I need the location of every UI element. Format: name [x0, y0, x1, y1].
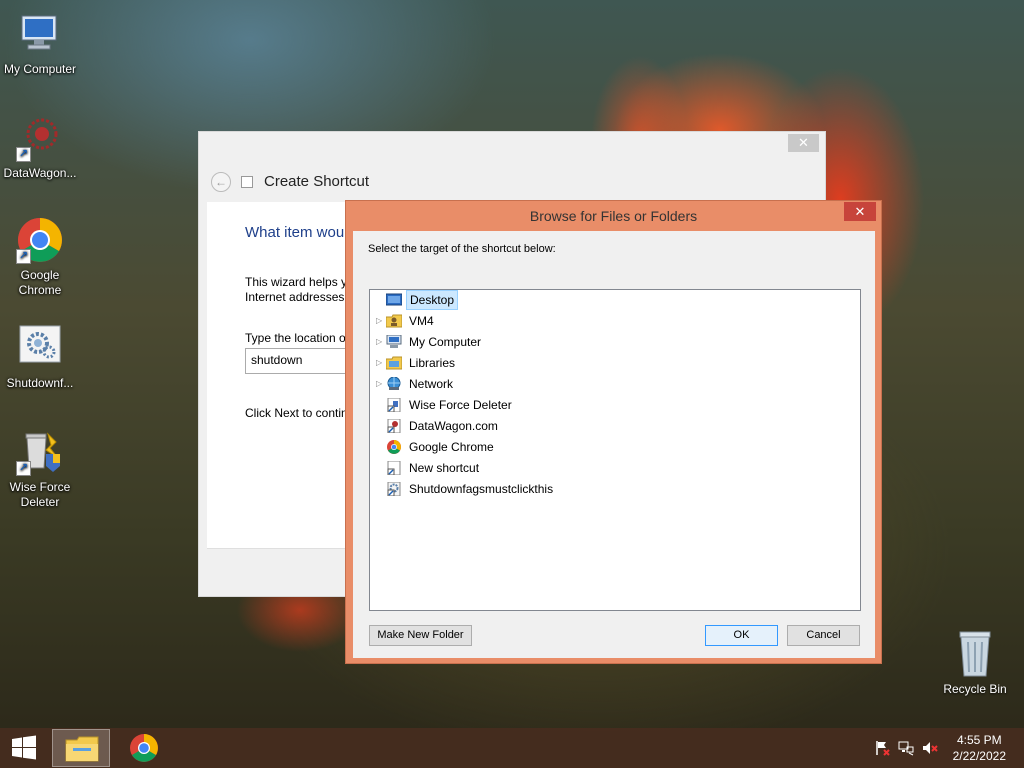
- desktop-icon: [385, 293, 403, 307]
- shortcut-arrow-icon: ↗: [16, 461, 31, 476]
- file-explorer-icon: [65, 736, 99, 762]
- network-icon: [386, 376, 402, 391]
- taskbar-chrome[interactable]: [116, 729, 172, 767]
- browse-close-button[interactable]: ✕: [844, 202, 876, 221]
- computer-icon: [386, 334, 402, 349]
- tree-item-label: New shortcut: [409, 461, 480, 475]
- expand-arrow-icon[interactable]: ▷: [376, 374, 386, 394]
- tree-item-label: Network: [409, 377, 454, 391]
- browse-instruction: Select the target of the shortcut below:: [368, 243, 556, 255]
- shortcut-icon: [386, 481, 402, 497]
- clock-time: 4:55 PM: [956, 733, 1002, 747]
- tree-item-label: Shutdownfagsmustclickthis: [409, 482, 554, 496]
- folder-tree[interactable]: Desktop ▷ VM4 ▷ My Computer ▷ Libraries …: [369, 289, 861, 611]
- volume-muted-icon[interactable]: [922, 740, 938, 756]
- location-label: Type the location o: [245, 331, 346, 345]
- tree-item-label: Desktop: [406, 290, 459, 310]
- expand-arrow-icon[interactable]: ▷: [376, 311, 386, 331]
- browse-titlebar[interactable]: Browse for Files or Folders ✕: [346, 201, 881, 231]
- tree-item-label: VM4: [409, 314, 434, 328]
- shortcut-icon: [386, 397, 402, 413]
- tree-item-label: Libraries: [409, 356, 456, 370]
- desktop-icon-label: Wise Force Deleter: [9, 480, 71, 509]
- taskbar-file-explorer[interactable]: [52, 729, 110, 767]
- desktop-icon-recycle-bin[interactable]: Recycle Bin: [938, 630, 1012, 696]
- tree-item-label: Google Chrome: [409, 440, 494, 454]
- clock-date: 2/22/2022: [952, 749, 1006, 763]
- libraries-icon: [385, 356, 403, 370]
- shortcut-arrow-icon: ↗: [16, 147, 31, 162]
- expand-arrow-icon[interactable]: ▷: [376, 332, 386, 352]
- desktop-icon-label: Google Chrome: [18, 268, 62, 297]
- recycle-bin-icon: [955, 630, 995, 678]
- tree-item-label: DataWagon.com: [409, 419, 498, 433]
- wizard-heading: What item wou: [245, 224, 345, 241]
- expand-arrow-icon[interactable]: ▷: [376, 353, 386, 373]
- back-arrow-icon[interactable]: ←: [211, 172, 231, 192]
- start-button[interactable]: [6, 734, 42, 762]
- shortcut-arrow-icon: ↗: [16, 249, 31, 264]
- browse-dialog: Browse for Files or Folders ✕ Select the…: [345, 200, 882, 664]
- cancel-button[interactable]: Cancel: [787, 625, 860, 646]
- desktop-icon-my-computer[interactable]: My Computer: [0, 10, 80, 77]
- wizard-header: ← Create Shortcut: [199, 162, 825, 202]
- chrome-icon: [130, 734, 158, 762]
- chrome-icon: [386, 440, 402, 454]
- desktop-icon-datawagon[interactable]: ↗ DataWagon...: [0, 114, 80, 181]
- desktop-icon-shutdown[interactable]: Shutdownf...: [0, 324, 80, 391]
- wizard-title: Create Shortcut: [264, 173, 370, 190]
- taskbar: 4:55 PM 2/22/2022: [0, 728, 1024, 768]
- settings-shortcut-icon: [16, 324, 64, 372]
- chrome-icon: ↗: [16, 216, 64, 264]
- make-new-folder-button[interactable]: Make New Folder: [369, 625, 472, 646]
- shortcut-icon: [386, 418, 402, 434]
- system-clock[interactable]: 4:55 PM 2/22/2022: [953, 732, 1006, 764]
- desktop-icon-label: Shutdownf...: [6, 376, 74, 390]
- tree-item-label: Wise Force Deleter: [409, 398, 512, 412]
- browse-title: Browse for Files or Folders: [529, 208, 698, 224]
- browse-body: Select the target of the shortcut below:…: [353, 231, 875, 658]
- ok-button[interactable]: OK: [705, 625, 778, 646]
- recycle-bin-label: Recycle Bin: [943, 682, 1007, 696]
- shortcut-icon: [386, 460, 402, 476]
- windows-logo-icon: [12, 735, 36, 760]
- trash-shield-icon: ↗: [16, 428, 64, 476]
- desktop-icon-label: DataWagon...: [3, 166, 77, 180]
- desktop-icon-wise-force-deleter[interactable]: ↗ Wise Force Deleter: [0, 428, 80, 510]
- next-instruction: Click Next to contin: [245, 406, 348, 420]
- tree-item-label: My Computer: [409, 335, 482, 349]
- desktop-icon-label: My Computer: [3, 62, 77, 76]
- desktop-icon-google-chrome[interactable]: ↗ Google Chrome: [0, 216, 80, 298]
- action-center-flag-icon[interactable]: [874, 740, 890, 756]
- computer-icon: [16, 10, 64, 58]
- shortcut-icon: [241, 176, 253, 188]
- datawagon-icon: ↗: [16, 114, 64, 162]
- user-folder-icon: [385, 314, 403, 328]
- network-status-icon[interactable]: [898, 740, 914, 756]
- wizard-close-button[interactable]: ✕: [788, 134, 819, 152]
